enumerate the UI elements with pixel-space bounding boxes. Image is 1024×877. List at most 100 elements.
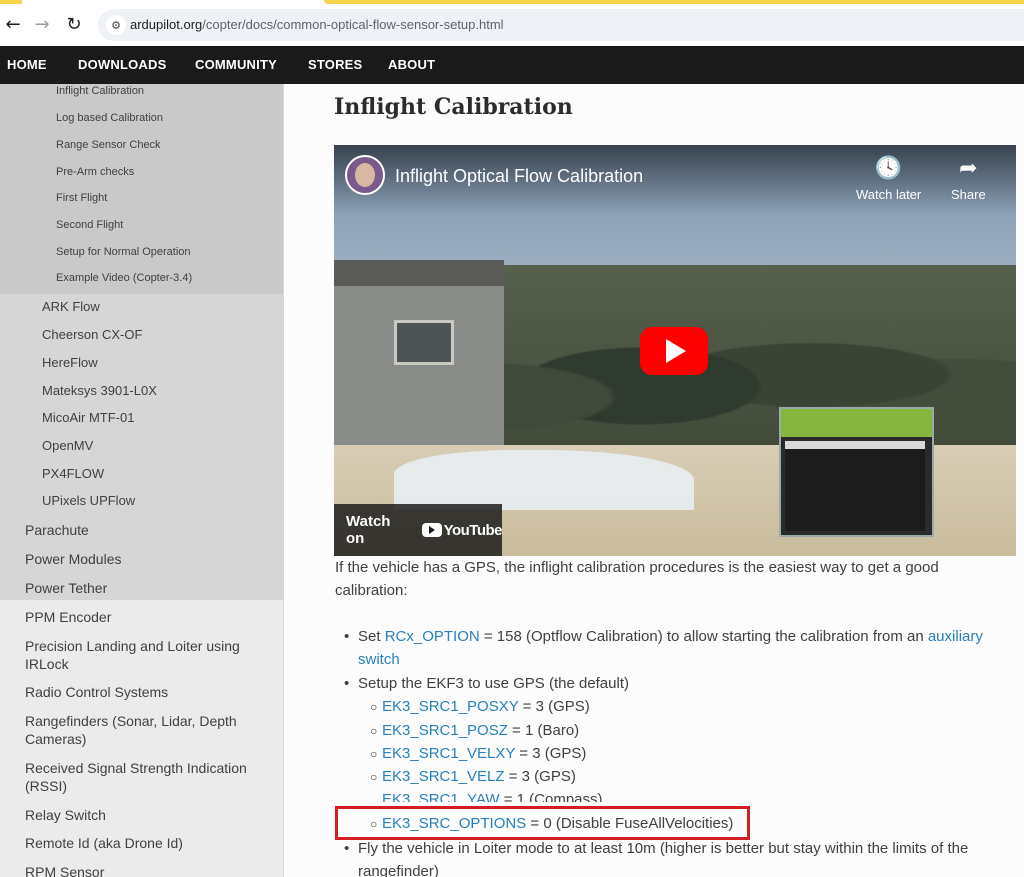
youtube-label: YouTube — [443, 521, 503, 539]
main-content: Inflight Calibration Inflight Optical Fl… — [285, 84, 1024, 877]
param-value: = 3 (GPS) — [504, 768, 576, 785]
sidebar-item-rpm-sensor[interactable]: RPM Sensor — [25, 863, 265, 877]
play-button[interactable] — [640, 327, 708, 375]
sidebar-item-power-modules[interactable]: Power Modules — [25, 550, 265, 568]
watch-later-label: Watch later — [856, 187, 922, 202]
nav-stores[interactable]: STORES — [308, 57, 362, 72]
youtube-video-embed[interactable]: Inflight Optical Flow Calibration 🕓 Watc… — [334, 145, 1016, 556]
sidebar-item-second-flight[interactable]: Second Flight — [56, 219, 123, 231]
sidebar-item-rssi[interactable]: Received Signal Strength Indication (RSS… — [25, 759, 265, 795]
intro-paragraph: If the vehicle has a GPS, the inflight c… — [335, 559, 939, 599]
video-laptop-bar — [781, 409, 932, 437]
page-title: Inflight Calibration — [334, 94, 573, 120]
list-item-continuation: switch — [358, 648, 400, 671]
nav-community[interactable]: COMMUNITY — [195, 57, 277, 72]
sidebar-item-first-flight[interactable]: First Flight — [56, 192, 107, 204]
param-link[interactable]: EK3_SRC1_POSXY — [382, 698, 518, 715]
video-title[interactable]: Inflight Optical Flow Calibration — [395, 166, 643, 187]
circle-bullet-icon: ○ — [370, 770, 378, 784]
share-label: Share — [951, 187, 986, 202]
sidebar-item-ppm-encoder[interactable]: PPM Encoder — [25, 608, 265, 626]
sidebar-item-radio-control[interactable]: Radio Control Systems — [25, 683, 265, 701]
sidebar-item-precision-landing[interactable]: Precision Landing and Loiter using IRLoc… — [25, 637, 265, 673]
param-link[interactable]: EK3_SRC1_VELZ — [382, 768, 505, 785]
list-text: rangefinder) — [358, 863, 439, 877]
site-navbar: HOME DOWNLOADS COMMUNITY STORES ABOUT — [0, 46, 1024, 84]
param-value: = 3 (GPS) — [515, 745, 587, 762]
url-domain: ardupilot.org — [130, 17, 203, 32]
sidebar-item-relay-switch[interactable]: Relay Switch — [25, 806, 265, 824]
video-laptop-screen — [779, 407, 934, 537]
video-laptop-display — [785, 441, 925, 531]
tab-accent — [324, 0, 1024, 4]
browser-toolbar: ← → ↻ ⚙ ardupilot.org/copter/docs/common… — [0, 0, 1024, 46]
sidebar-item-power-tether[interactable]: Power Tether — [25, 579, 265, 597]
sidebar-item-range-sensor-check[interactable]: Range Sensor Check — [56, 139, 161, 151]
play-icon — [666, 339, 686, 363]
video-snow — [394, 450, 694, 510]
sidebar-item-rangefinders[interactable]: Rangefinders (Sonar, Lidar, Depth Camera… — [25, 712, 265, 748]
youtube-logo-icon: YouTube — [421, 521, 503, 539]
param-value: = 3 (GPS) — [518, 698, 590, 715]
sidebar-item-inflight-calibration[interactable]: Inflight Calibration — [56, 85, 144, 97]
list-item: • Setup the EKF3 to use GPS (the default) — [344, 672, 629, 695]
param-link[interactable]: EK3_SRC1_POSZ — [382, 722, 508, 739]
switch-link[interactable]: switch — [358, 651, 400, 668]
sidebar-item-px4flow[interactable]: PX4FLOW — [42, 466, 104, 481]
video-house — [334, 260, 504, 450]
bullet-icon: • — [344, 675, 350, 692]
forward-icon[interactable]: → — [31, 13, 53, 35]
back-icon[interactable]: ← — [2, 13, 24, 35]
tab-accent — [0, 0, 22, 4]
sidebar-item-openmv[interactable]: OpenMV — [42, 438, 93, 453]
watch-later-button[interactable]: 🕓 Watch later — [856, 156, 922, 203]
bullet-icon: • — [344, 628, 350, 645]
param-link[interactable]: EK3_SRC1_VELXY — [382, 745, 515, 762]
sub-list-item: ○ EK3_SRC1_VELZ = 3 (GPS) — [370, 765, 576, 788]
sidebar-item-parachute[interactable]: Parachute — [25, 521, 265, 539]
circle-bullet-icon: ○ — [370, 724, 378, 738]
list-item: • Set RCx_OPTION = 158 (Optflow Calibrati… — [344, 625, 983, 648]
share-icon: ➦ — [959, 156, 978, 181]
clock-icon: 🕓 — [874, 156, 903, 181]
list-item: • Fly the vehicle in Loiter mode to at le… — [344, 837, 969, 860]
tab-strip-edge — [0, 0, 1024, 4]
list-item-continuation: rangefinder) — [358, 860, 439, 877]
sidebar-item-cheerson[interactable]: Cheerson CX-OF — [42, 327, 142, 342]
url-path: /copter/docs/common-optical-flow-sensor-… — [202, 17, 504, 32]
sidebar-item-hereflow[interactable]: HereFlow — [42, 355, 98, 370]
param-value: = 1 (Baro) — [507, 722, 580, 739]
circle-bullet-icon: ○ — [370, 700, 378, 714]
site-info-icon[interactable]: ⚙ — [106, 15, 126, 35]
sidebar-item-remote-id[interactable]: Remote Id (aka Drone Id) — [25, 834, 265, 852]
sub-list-item: ○ EK3_SRC1_POSZ = 1 (Baro) — [370, 719, 580, 742]
sidebar-item-example-video[interactable]: Example Video (Copter-3.4) — [56, 272, 192, 284]
watch-on-youtube-button[interactable]: Watch on YouTube — [334, 504, 503, 556]
sub-list-item: ○ EK3_SRC1_POSXY = 3 (GPS) — [370, 695, 590, 718]
highlight-annotation-box — [335, 806, 750, 840]
avatar-face — [355, 163, 375, 187]
channel-avatar[interactable] — [345, 155, 385, 195]
sidebar-item-pre-arm-checks[interactable]: Pre-Arm checks — [56, 166, 134, 178]
sidebar: Inflight Calibration Log based Calibrati… — [0, 84, 284, 877]
list-text: Fly the vehicle in Loiter mode to at lea… — [358, 840, 969, 857]
bullet-icon: • — [344, 840, 350, 857]
nav-downloads[interactable]: DOWNLOADS — [78, 57, 166, 72]
sidebar-item-log-calibration[interactable]: Log based Calibration — [56, 112, 163, 124]
list-text: Set — [358, 628, 385, 645]
auxiliary-link[interactable]: auxiliary — [928, 628, 983, 645]
sidebar-item-micoair[interactable]: MicoAir MTF-01 — [42, 410, 134, 425]
nav-home[interactable]: HOME — [7, 57, 47, 72]
watch-on-label: Watch on — [346, 513, 391, 547]
rcx-option-link[interactable]: RCx_OPTION — [385, 628, 480, 645]
list-text: Setup the EKF3 to use GPS (the default) — [358, 675, 629, 692]
sidebar-item-ark-flow[interactable]: ARK Flow — [42, 299, 100, 314]
url-text[interactable]: ardupilot.org/copter/docs/common-optical… — [130, 17, 504, 32]
address-bar[interactable]: ⚙ ardupilot.org/copter/docs/common-optic… — [98, 9, 1024, 41]
share-button[interactable]: ➦ Share — [951, 156, 986, 203]
nav-about[interactable]: ABOUT — [388, 57, 435, 72]
sidebar-item-normal-operation[interactable]: Setup for Normal Operation — [56, 246, 191, 258]
sidebar-item-upixels[interactable]: UPixels UPFlow — [42, 493, 135, 508]
reload-icon[interactable]: ↻ — [63, 13, 85, 35]
sidebar-item-mateksys[interactable]: Mateksys 3901-L0X — [42, 383, 157, 398]
